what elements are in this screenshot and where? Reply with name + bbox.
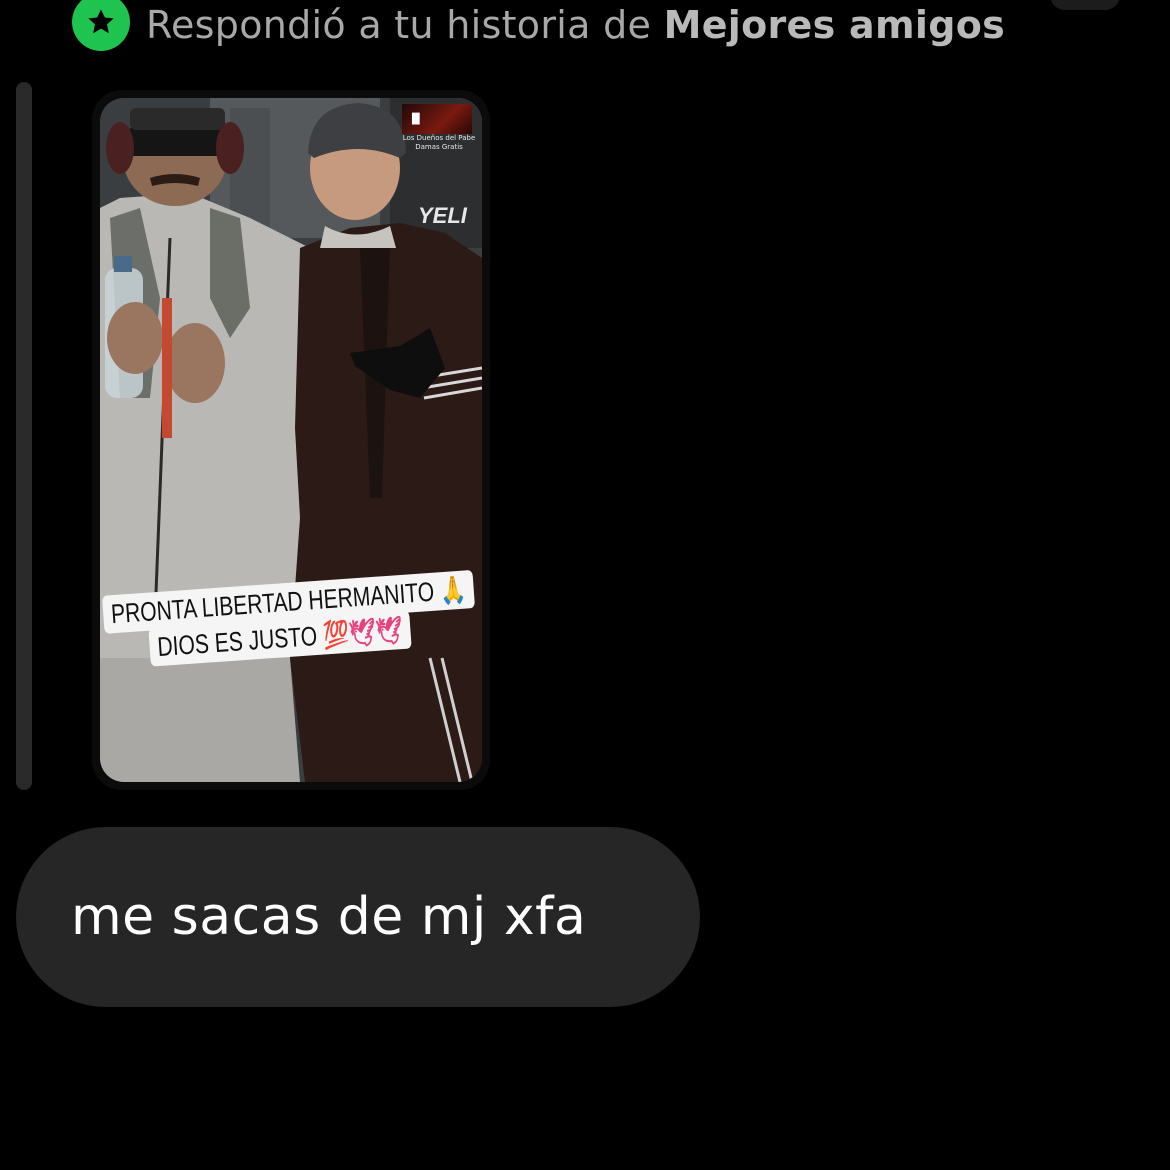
- reply-indicator-bar: [16, 82, 32, 790]
- music-artist: Damas Gratis: [415, 143, 463, 151]
- caption-text-2: DIOS ES JUSTO: [156, 620, 319, 663]
- story-reply-label: Respondió a tu historia de Mejores amigo…: [146, 3, 1005, 47]
- star-icon: [88, 9, 114, 34]
- hundred-dove-icons: 💯🕊🕊: [321, 615, 404, 651]
- music-sticker[interactable]: ▐▌ Los Dueños del Pabe Damas Gratis: [402, 104, 476, 156]
- message-bubble[interactable]: me sacas de mj xfa: [16, 827, 700, 1007]
- close-friends-badge: [72, 0, 130, 51]
- story-reply-header: Respondió a tu historia de Mejores amigo…: [72, 0, 1005, 51]
- story-reply-prefix: Respondió a tu historia de: [146, 3, 664, 47]
- story-reply-audience: Mejores amigos: [663, 3, 1006, 47]
- jacket-print-text: YELI: [418, 203, 468, 228]
- message-text: me sacas de mj xfa: [71, 887, 587, 947]
- story-photo-scene: YELI: [100, 98, 482, 782]
- music-album-art: ▐▌: [402, 104, 472, 134]
- music-title: Los Dueños del Pabe: [402, 134, 476, 142]
- story-photo[interactable]: YELI ▐▌ Los Dueños del Pabe Damas Gratis…: [100, 98, 482, 782]
- audio-wave-icon: ▐▌: [408, 113, 424, 125]
- top-overlay-pill: [1050, 0, 1120, 10]
- story-preview-card[interactable]: YELI ▐▌ Los Dueños del Pabe Damas Gratis…: [92, 90, 490, 790]
- dm-conversation-screen: Respondió a tu historia de Mejores amigo…: [0, 0, 1170, 1170]
- praying-hands-icon: 🙏: [438, 574, 468, 607]
